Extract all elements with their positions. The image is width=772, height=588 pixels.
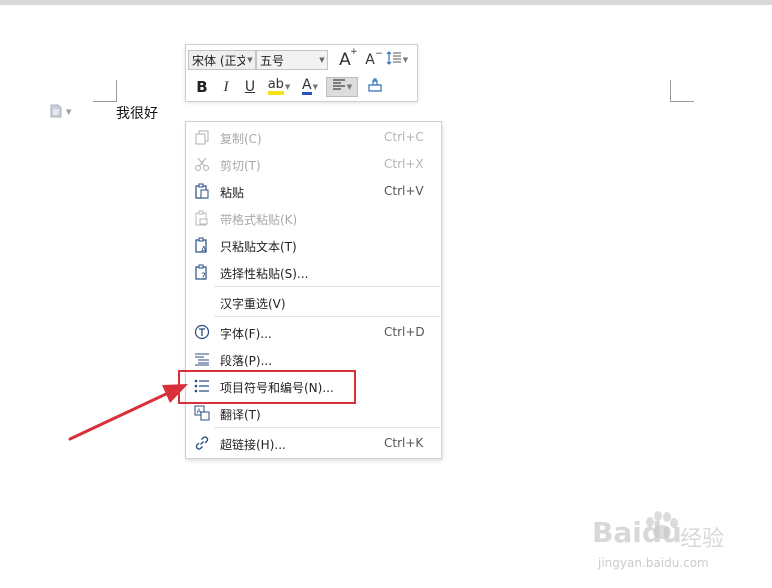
menu-item-label: 只粘贴文本(T): [220, 240, 297, 254]
margin-corner-mark: [116, 80, 117, 102]
grow-font-button[interactable]: A +: [332, 47, 358, 70]
mini-format-toolbar: 宋体 (正文 ▼ 五号 ▼ A + A − ▼ B I U ab ▼ A ▼ ▼: [185, 44, 418, 102]
menu-item-shortcut: Ctrl+X: [384, 157, 424, 171]
menu-item-shortcut: Ctrl+V: [384, 184, 424, 198]
chevron-down-icon: ▼: [346, 83, 353, 91]
shrink-font-icon: A −: [365, 49, 383, 68]
menu-item-shortcut: Ctrl+K: [384, 436, 424, 450]
menu-item-translate[interactable]: A 翻译(T): [186, 402, 441, 424]
paste-icon: [194, 183, 210, 199]
bold-icon: B: [196, 78, 208, 96]
annotation-arrow-icon: [68, 384, 188, 441]
font-name-select[interactable]: 宋体 (正文 ▼: [188, 50, 256, 70]
menu-item-paste-text-only[interactable]: A 只粘贴文本(T): [186, 234, 441, 256]
margin-corner-mark: [93, 101, 117, 102]
menu-item-hyperlink[interactable]: 超链接(H)... Ctrl+K: [186, 432, 441, 454]
watermark-url: jingyan.baidu.com: [598, 556, 709, 570]
margin-corner-mark: [670, 80, 671, 102]
menu-item-paste-with-format[interactable]: 带格式粘贴(K): [186, 207, 441, 229]
menu-item-reselect-hanzi[interactable]: 汉字重选(V): [186, 291, 441, 313]
menu-item-shortcut: Ctrl+C: [384, 130, 424, 144]
chevron-down-icon: ▼: [319, 56, 325, 64]
italic-button[interactable]: I: [214, 77, 238, 97]
context-menu: 复制(C) Ctrl+C 剪切(T) Ctrl+X 粘贴 Ctrl+V 带格式粘…: [185, 121, 442, 459]
font-size-select[interactable]: 五号 ▼: [256, 50, 328, 70]
bold-button[interactable]: B: [190, 77, 214, 97]
font-name-value: 宋体 (正文: [192, 53, 245, 68]
paste-text-icon: A: [194, 237, 210, 254]
menu-item-label: 汉字重选(V): [220, 297, 286, 311]
watermark-brand-cn: 经验: [680, 527, 725, 552]
menu-item-shortcut: Ctrl+D: [384, 325, 425, 339]
menu-item-label: 复制(C): [220, 132, 262, 146]
paragraph-icon: [194, 351, 210, 367]
menu-item-font[interactable]: 字体(F)... Ctrl+D: [186, 321, 441, 343]
menu-separator: [214, 286, 440, 287]
watermark-brand: Baidu: [592, 516, 682, 549]
chevron-down-icon: ▼: [247, 56, 253, 64]
format-painter-icon: [367, 77, 383, 97]
shrink-font-button[interactable]: A −: [358, 49, 383, 70]
format-painter-button[interactable]: [362, 77, 388, 97]
highlight-icon: ab: [267, 78, 284, 95]
font-color-icon: A: [302, 77, 312, 95]
chevron-down-icon: ▼: [66, 108, 72, 116]
chevron-down-icon: ▼: [284, 83, 291, 91]
menu-item-label: 字体(F)...: [220, 327, 272, 341]
menu-item-paragraph[interactable]: 段落(P)...: [186, 348, 441, 370]
annotation-highlight-box: [178, 370, 356, 404]
underline-icon: U: [244, 79, 256, 95]
menu-item-label: 粘贴: [220, 186, 245, 200]
menu-item-copy[interactable]: 复制(C) Ctrl+C: [186, 126, 441, 148]
grow-font-icon: A +: [339, 47, 358, 70]
line-spacing-button[interactable]: ▼: [382, 50, 412, 70]
align-button[interactable]: ▼: [326, 77, 358, 97]
document-text[interactable]: 我很好: [116, 103, 158, 123]
menu-item-label: 超链接(H)...: [220, 438, 286, 452]
svg-text:A: A: [201, 245, 207, 253]
underline-button[interactable]: U: [238, 77, 262, 97]
chevron-down-icon: ▼: [312, 83, 318, 91]
highlight-button[interactable]: ab ▼: [262, 77, 296, 97]
menu-item-label: 段落(P)...: [220, 354, 273, 368]
align-left-icon: [332, 79, 346, 95]
menu-item-label: 剪切(T): [220, 159, 261, 173]
menu-item-label: 选择性粘贴(S)...: [220, 267, 309, 281]
menu-item-label: 带格式粘贴(K): [220, 213, 298, 227]
scissors-icon: [194, 156, 210, 172]
font-color-button[interactable]: A ▼: [296, 77, 324, 97]
document-icon: [50, 103, 62, 122]
link-icon: [194, 435, 210, 451]
line-spacing-icon: [386, 51, 402, 69]
menu-item-paste[interactable]: 粘贴 Ctrl+V: [186, 180, 441, 202]
svg-text:?: ?: [201, 272, 206, 280]
menu-separator: [214, 427, 440, 428]
paste-special-icon: ?: [194, 264, 210, 282]
translate-icon: A: [194, 405, 210, 421]
menu-item-paste-special[interactable]: ? 选择性粘贴(S)...: [186, 261, 441, 283]
chevron-down-icon: ▼: [402, 56, 409, 64]
margin-corner-mark: [670, 101, 694, 102]
font-size-value: 五号: [260, 53, 285, 68]
paste-format-icon: [194, 210, 210, 226]
menu-item-cut[interactable]: 剪切(T) Ctrl+X: [186, 153, 441, 175]
menu-separator: [214, 316, 440, 317]
menu-item-label: 翻译(T): [220, 408, 261, 422]
paragraph-options-button[interactable]: ▼: [50, 104, 78, 120]
font-icon: [194, 324, 210, 340]
window-top-border: [0, 0, 772, 5]
italic-icon: I: [223, 78, 229, 95]
copy-icon: [194, 129, 210, 145]
